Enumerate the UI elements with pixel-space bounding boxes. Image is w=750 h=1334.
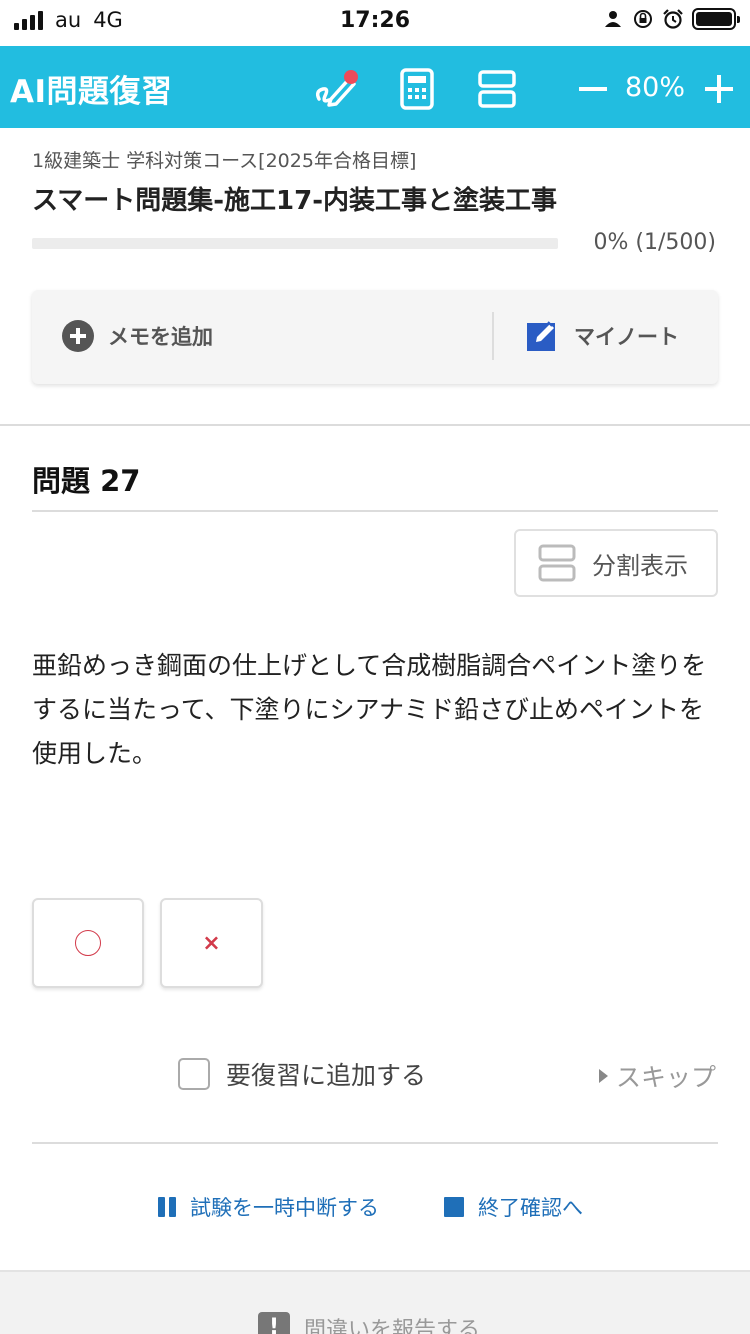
caret-right-icon <box>598 1069 608 1083</box>
question-divider <box>32 510 718 512</box>
problem-set-title: スマート問題集-施工17-内装工事と塗装工事 <box>32 186 557 216</box>
app-title: AI問題復習 <box>10 74 173 110</box>
plus-icon <box>705 75 733 103</box>
zoom-level: 80% <box>624 72 685 103</box>
pause-exam-label: 試験を一時中断する <box>190 1196 379 1220</box>
app-header: AI問題復習 80% <box>0 46 750 128</box>
add-memo-button[interactable]: メモを追加 <box>62 320 213 352</box>
split-view-button[interactable] <box>472 64 522 114</box>
review-checkbox[interactable] <box>178 1058 210 1090</box>
memo-divider <box>492 312 494 360</box>
my-note-button[interactable]: マイノート <box>526 320 679 352</box>
answer-true-button[interactable] <box>32 898 144 988</box>
battery-icon <box>692 8 740 30</box>
split-view-icon <box>478 70 516 108</box>
person-icon <box>605 11 621 27</box>
pause-exam-link[interactable]: 試験を一時中断する <box>158 1192 379 1222</box>
report-error-link[interactable]: ! 間違いを報告する <box>258 1312 480 1334</box>
split-view-icon <box>538 544 576 582</box>
zoom-in-button[interactable] <box>694 64 744 114</box>
minus-icon <box>579 87 607 91</box>
progress-bar <box>32 238 558 249</box>
calculator-icon <box>400 68 434 110</box>
question-number: 問題 27 <box>32 464 141 498</box>
plus-circle-icon <box>62 320 94 352</box>
calculator-button[interactable] <box>392 64 442 114</box>
cross-mark-icon: × <box>202 930 221 956</box>
split-display-button[interactable]: 分割表示 <box>514 529 718 597</box>
status-right <box>602 8 740 30</box>
actions-divider <box>32 1142 718 1144</box>
report-error-label: 間違いを報告する <box>304 1318 481 1334</box>
end-confirm-link[interactable]: 終了確認へ <box>444 1192 583 1222</box>
course-name: 1級建築士 学科対策コース[2025年合格目標] <box>32 150 417 172</box>
pause-icon <box>158 1197 176 1217</box>
status-bar: au 4G 17:26 <box>0 0 750 46</box>
footer: ! 間違いを報告する <box>0 1270 750 1334</box>
alarm-icon <box>663 9 683 29</box>
notification-dot <box>344 70 358 84</box>
section-divider <box>0 424 750 426</box>
my-note-label: マイノート <box>574 325 679 349</box>
review-label: 要復習に追加する <box>226 1061 427 1090</box>
edit-note-icon <box>527 321 555 351</box>
exclamation-icon: ! <box>258 1312 290 1334</box>
end-confirm-label: 終了確認へ <box>478 1196 583 1220</box>
zoom-out-button[interactable] <box>568 64 618 114</box>
add-to-review-option[interactable]: 要復習に追加する <box>178 1056 426 1092</box>
add-memo-label: メモを追加 <box>108 325 213 349</box>
skip-label: スキップ <box>615 1063 716 1092</box>
skip-link[interactable]: スキップ <box>598 1058 716 1094</box>
circle-mark-icon <box>75 930 101 956</box>
stop-icon <box>444 1197 464 1217</box>
handwriting-button[interactable] <box>310 64 360 114</box>
question-text: 亜鉛めっき鋼面の仕上げとして合成樹脂調合ペイント塗りをするに当たって、下塗りにシ… <box>32 651 707 768</box>
progress-text: 0% (1/500) <box>593 230 716 255</box>
rotation-lock-icon <box>634 10 652 28</box>
memo-card: メモを追加 マイノート <box>32 290 718 384</box>
split-display-label: 分割表示 <box>592 551 688 580</box>
answer-false-button[interactable]: × <box>160 898 263 988</box>
